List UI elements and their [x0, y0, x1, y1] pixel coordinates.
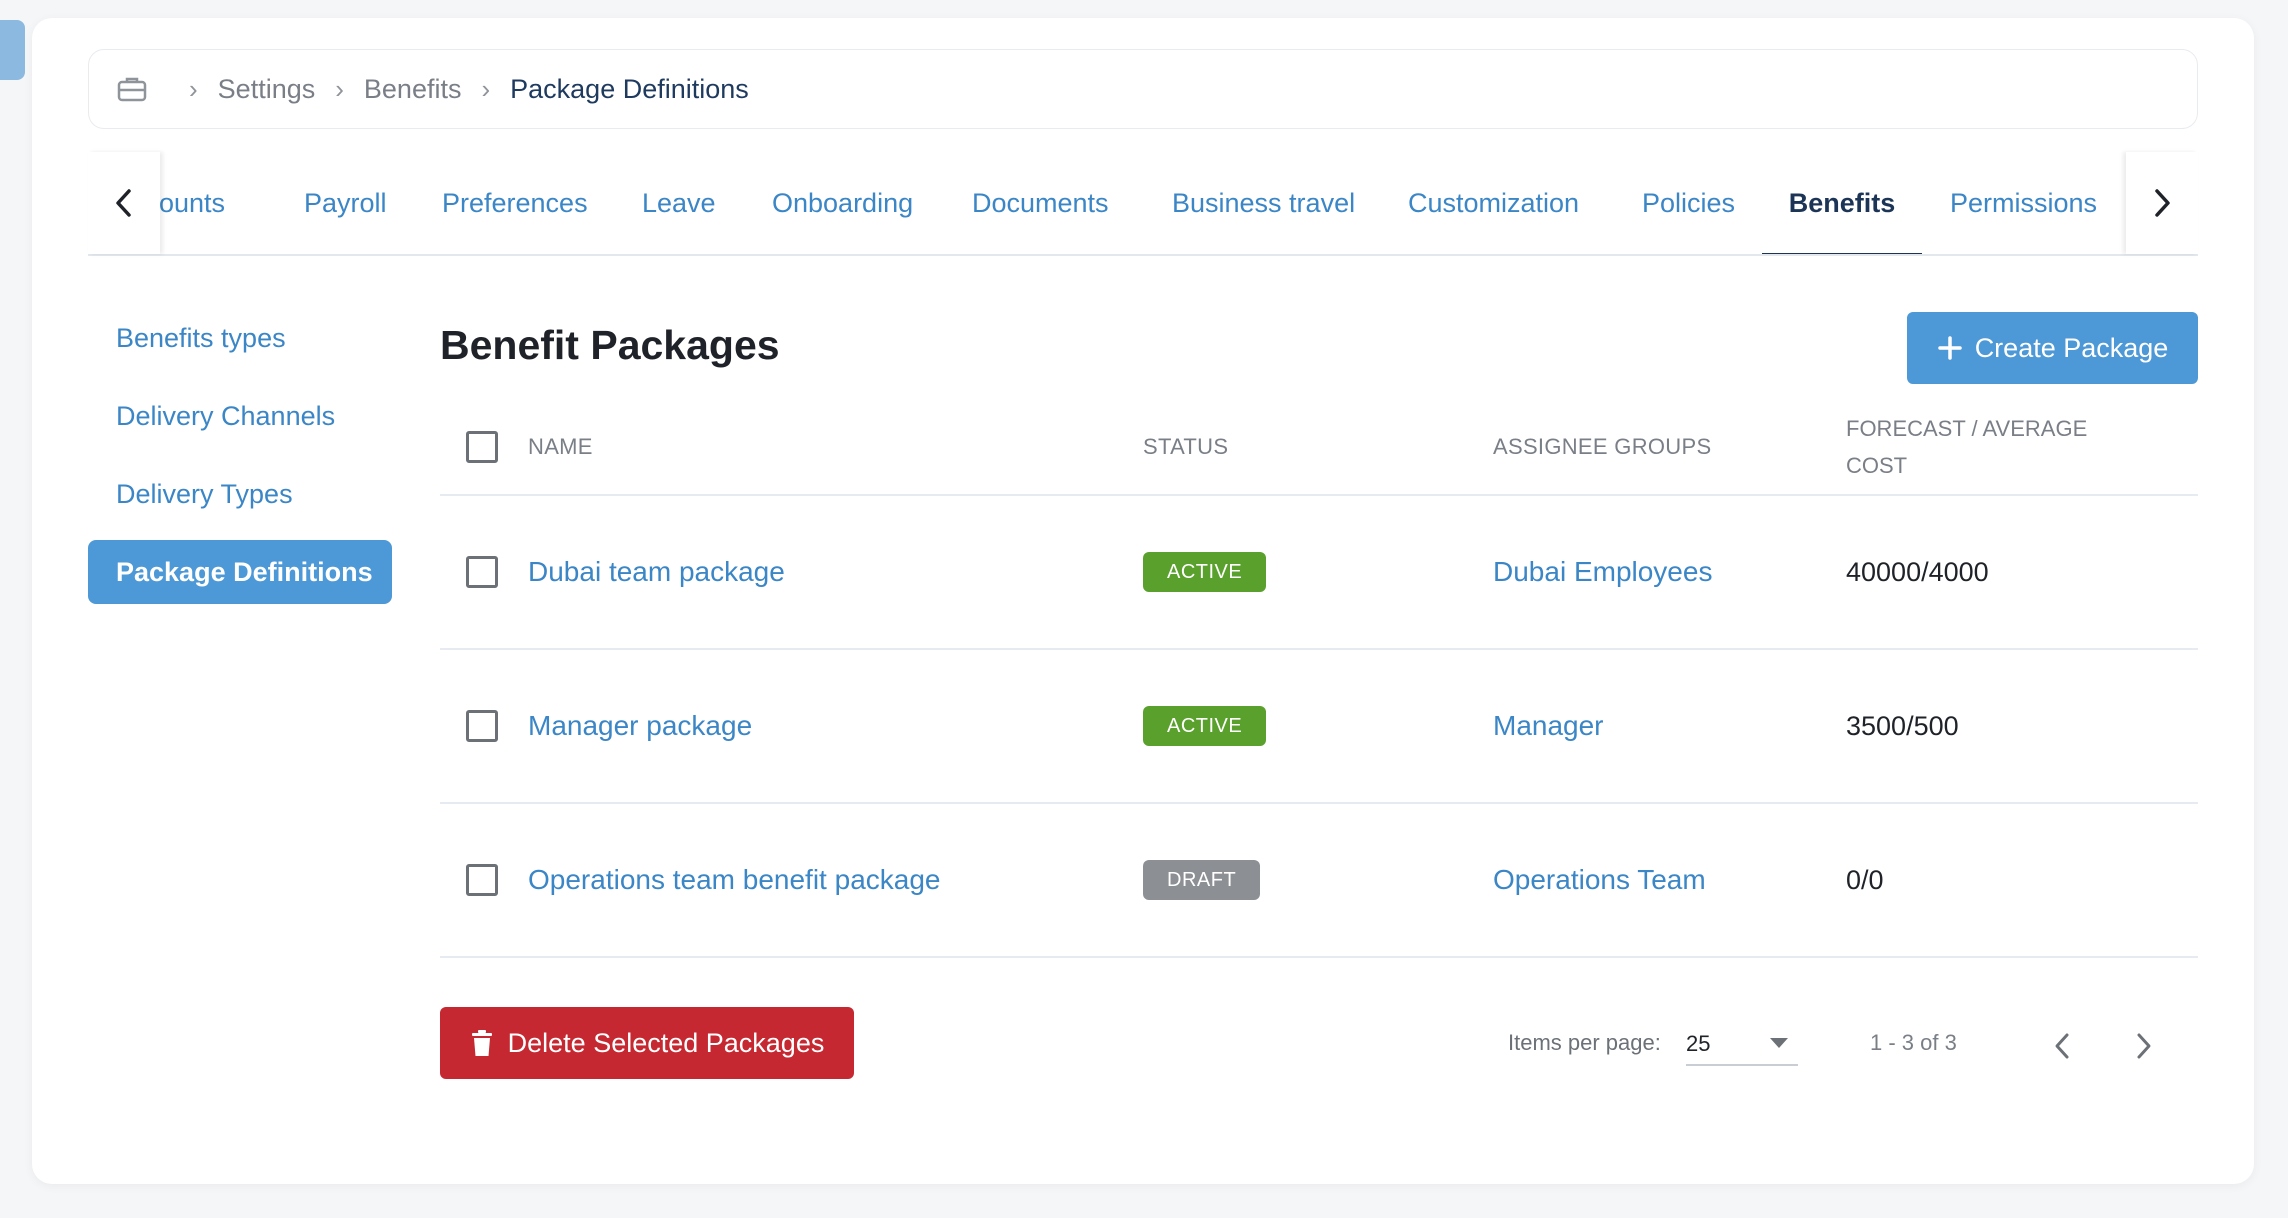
table-row: Manager package ACTIVE Manager 3500/500: [440, 650, 2198, 804]
items-per-page-select[interactable]: 25: [1686, 1024, 1798, 1066]
delete-selected-packages-button[interactable]: Delete Selected Packages: [440, 1007, 854, 1079]
assignee-group-link[interactable]: Dubai Employees: [1493, 556, 1712, 588]
status-badge: DRAFT: [1143, 860, 1261, 900]
table-header: NAME STATUS ASSIGNEE GROUPS FORECAST / A…: [440, 400, 2198, 496]
chevron-right-icon: ›: [335, 73, 344, 104]
tab-onboarding[interactable]: Onboarding: [772, 152, 913, 254]
assignee-group-link[interactable]: Manager: [1493, 710, 1604, 742]
breadcrumb-benefits[interactable]: Benefits: [364, 74, 462, 105]
trash-icon: [471, 1030, 492, 1056]
caret-down-icon: [1770, 1038, 1788, 1048]
tab-preferences[interactable]: Preferences: [442, 152, 588, 254]
tab-benefits-label: Benefits: [1788, 187, 1896, 218]
chevron-right-icon: ›: [189, 73, 198, 104]
create-package-button[interactable]: Create Package: [1907, 312, 2198, 384]
package-name-link[interactable]: Operations team benefit package: [528, 864, 940, 896]
chevron-left-icon: [116, 189, 131, 217]
row-checkbox[interactable]: [466, 710, 498, 742]
menu-item-delivery-channels[interactable]: Delivery Channels: [88, 384, 392, 448]
table-row: Dubai team package ACTIVE Dubai Employee…: [440, 496, 2198, 650]
column-header-assignee-groups: ASSIGNEE GROUPS: [1493, 434, 1712, 459]
package-name-link[interactable]: Dubai team package: [528, 556, 785, 588]
tab-permissions[interactable]: Permissions: [1950, 152, 2097, 254]
tab-strip: Accounts Payroll Preferences Leave Onboa…: [160, 152, 2126, 254]
tabs-scroll-right-button[interactable]: [2126, 152, 2198, 254]
column-header-cost: FORECAST / AVERAGE COST: [1846, 410, 2087, 484]
column-header-cost-line2: COST: [1846, 453, 1908, 478]
row-checkbox[interactable]: [466, 556, 498, 588]
breadcrumb-settings[interactable]: Settings: [218, 74, 316, 105]
status-badge: ACTIVE: [1143, 552, 1267, 592]
select-all-checkbox[interactable]: [466, 431, 498, 463]
chevron-left-icon: [2055, 1033, 2069, 1059]
page-title: Benefit Packages: [440, 322, 780, 368]
tab-payroll[interactable]: Payroll: [304, 152, 387, 254]
breadcrumb-current: Package Definitions: [510, 73, 749, 104]
forecast-average-cost: 3500/500: [1846, 710, 1959, 741]
previous-page-button[interactable]: [2046, 1028, 2078, 1064]
tab-policies[interactable]: Policies: [1642, 152, 1735, 254]
tab-customization[interactable]: Customization: [1408, 152, 1579, 254]
plus-icon: [1937, 336, 1962, 360]
column-header-status: STATUS: [1143, 434, 1229, 459]
active-tab-indicator: [1762, 253, 1922, 254]
tabs-scroll-left-button[interactable]: [88, 152, 160, 254]
settings-tabs: Accounts Payroll Preferences Leave Onboa…: [88, 152, 2198, 256]
next-page-button[interactable]: [2128, 1028, 2160, 1064]
assignee-group-link[interactable]: Operations Team: [1493, 864, 1706, 896]
pagination-range: 1 - 3 of 3: [1870, 1030, 1957, 1055]
benefit-packages-table: NAME STATUS ASSIGNEE GROUPS FORECAST / A…: [440, 400, 2198, 958]
delete-selected-label: Delete Selected Packages: [507, 1027, 825, 1058]
items-per-page-label: Items per page:: [1508, 1030, 1661, 1055]
briefcase-icon[interactable]: [117, 76, 147, 102]
side-handle[interactable]: [0, 20, 25, 80]
forecast-average-cost: 40000/4000: [1846, 556, 1989, 587]
tab-leave[interactable]: Leave: [642, 152, 716, 254]
tab-accounts[interactable]: Accounts: [160, 152, 225, 254]
package-name-link[interactable]: Manager package: [528, 710, 752, 742]
breadcrumb: › Settings › Benefits › Package Definiti…: [88, 49, 2198, 129]
items-per-page-value: 25: [1686, 1031, 1711, 1056]
tab-benefits[interactable]: Benefits: [1762, 152, 1922, 254]
menu-item-benefits-types[interactable]: Benefits types: [88, 306, 392, 370]
row-checkbox[interactable]: [466, 864, 498, 896]
menu-item-package-definitions[interactable]: Package Definitions: [88, 540, 392, 604]
status-badge: ACTIVE: [1143, 706, 1267, 746]
create-package-label: Create Package: [1974, 332, 2169, 363]
column-header-name: NAME: [528, 434, 593, 459]
benefits-side-menu: Benefits types Delivery Channels Deliver…: [88, 306, 392, 618]
table-row: Operations team benefit package DRAFT Op…: [440, 804, 2198, 958]
menu-item-delivery-types[interactable]: Delivery Types: [88, 462, 392, 526]
column-header-cost-line1: FORECAST / AVERAGE: [1846, 416, 2088, 441]
chevron-right-icon: ›: [481, 73, 491, 104]
chevron-right-icon: [2137, 1033, 2151, 1059]
forecast-average-cost: 0/0: [1846, 864, 1884, 895]
tab-documents[interactable]: Documents: [972, 152, 1109, 254]
tab-business-travel[interactable]: Business travel: [1172, 152, 1355, 254]
chevron-right-icon: [2155, 189, 2170, 217]
